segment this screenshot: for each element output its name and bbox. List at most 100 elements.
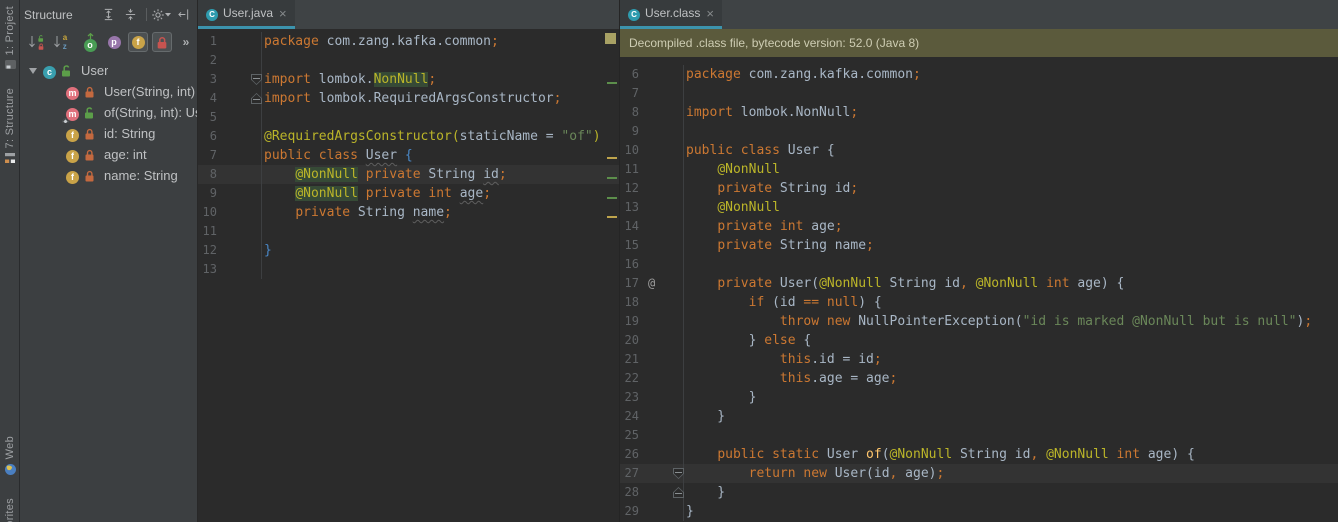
gutter[interactable]: 15: [620, 236, 684, 255]
error-stripe-mark[interactable]: [607, 216, 617, 218]
gutter[interactable]: 3: [198, 70, 262, 89]
gutter[interactable]: 26: [620, 445, 684, 464]
code-area[interactable]: 6 package com.zang.kafka.common; 7 8 import …: [620, 57, 1338, 522]
gutter[interactable]: 1: [198, 32, 262, 51]
gutter[interactable]: 2: [198, 51, 262, 70]
show-non-public-icon[interactable]: [152, 32, 172, 52]
settings-icon[interactable]: [152, 7, 171, 23]
gutter[interactable]: 12: [620, 179, 684, 198]
code-line[interactable]: 7: [620, 84, 1338, 103]
gutter[interactable]: 8: [198, 165, 262, 184]
gutter[interactable]: 11: [620, 160, 684, 179]
gutter[interactable]: 13: [198, 260, 262, 279]
tree-node[interactable]: m User(String, int): [20, 81, 197, 102]
gutter[interactable]: 9: [620, 122, 684, 141]
tree-node[interactable]: f name: String: [20, 165, 197, 186]
fold-up-icon[interactable]: [673, 487, 684, 498]
code-line[interactable]: 12}: [198, 241, 619, 260]
code-line[interactable]: 22 this.age = age;: [620, 369, 1338, 388]
code-line[interactable]: 8 @NonNull private String id;: [198, 165, 619, 184]
gutter[interactable]: 28: [620, 483, 684, 502]
code-line[interactable]: 24 }: [620, 407, 1338, 426]
hide-panel-icon[interactable]: [175, 7, 191, 23]
fold-up-icon[interactable]: [251, 93, 262, 104]
gutter[interactable]: 12: [198, 241, 262, 260]
code-line[interactable]: 26 public static User of(@NonNull String…: [620, 445, 1338, 464]
fold-down-icon[interactable]: [251, 74, 262, 85]
code-line[interactable]: 2: [198, 51, 619, 70]
code-line[interactable]: 28 }: [620, 483, 1338, 502]
code-line[interactable]: 13 @NonNull: [620, 198, 1338, 217]
code-line[interactable]: 16: [620, 255, 1338, 274]
gutter[interactable]: 21: [620, 350, 684, 369]
code-line[interactable]: 4 import lombok.RequiredArgsConstructor;: [198, 89, 619, 108]
tree-node[interactable]: f id: String: [20, 123, 197, 144]
close-icon[interactable]: ×: [705, 7, 715, 20]
expand-triangle-icon[interactable]: [29, 67, 37, 74]
gutter[interactable]: 6: [198, 127, 262, 146]
code-line[interactable]: 12 private String id;: [620, 179, 1338, 198]
code-line[interactable]: 7 public class User {: [198, 146, 619, 165]
code-line[interactable]: 8 import lombok.NonNull;: [620, 103, 1338, 122]
gutter[interactable]: 5: [198, 108, 262, 127]
gutter[interactable]: 14: [620, 217, 684, 236]
code-line[interactable]: 1 package com.zang.kafka.common;: [198, 32, 619, 51]
code-line[interactable]: 15 private String name;: [620, 236, 1338, 255]
gutter[interactable]: 8: [620, 103, 684, 122]
error-stripe-mark[interactable]: [607, 82, 617, 84]
gutter[interactable]: 29: [620, 502, 684, 521]
gutter[interactable]: 24: [620, 407, 684, 426]
code-line[interactable]: 6 package com.zang.kafka.common;: [620, 65, 1338, 84]
code-line[interactable]: 14 private int age;: [620, 217, 1338, 236]
show-properties-icon[interactable]: p: [104, 32, 124, 52]
code-area[interactable]: 1 package com.zang.kafka.common; 2 3 import …: [198, 29, 619, 522]
code-line[interactable]: 10 public class User {: [620, 141, 1338, 160]
inspections-status-square[interactable]: [605, 33, 616, 44]
gutter[interactable]: 7: [620, 84, 684, 103]
error-stripe-mark[interactable]: [607, 197, 617, 199]
code-line[interactable]: 9 @NonNull private int age;: [198, 184, 619, 203]
gutter[interactable]: 7: [198, 146, 262, 165]
code-line[interactable]: 13: [198, 260, 619, 279]
code-line[interactable]: 11 @NonNull: [620, 160, 1338, 179]
code-line[interactable]: 20 } else {: [620, 331, 1338, 350]
tree-node[interactable]: f age: int: [20, 144, 197, 165]
gutter[interactable]: 25: [620, 426, 684, 445]
tool-window-button-favorites[interactable]: 2: Favorites: [0, 498, 20, 522]
collapse-all-icon[interactable]: [122, 7, 138, 23]
tab-user-java[interactable]: C User.java ×: [198, 0, 295, 29]
more-icon[interactable]: »: [176, 32, 196, 52]
code-line[interactable]: 3 import lombok.NonNull;: [198, 70, 619, 89]
tree-node[interactable]: m of(String, int): User: [20, 102, 197, 123]
tree-node[interactable]: c User: [20, 60, 197, 81]
code-line[interactable]: 18 if (id == null) {: [620, 293, 1338, 312]
tool-window-button-structure[interactable]: 7: Structure: [0, 88, 20, 164]
gutter[interactable]: 19: [620, 312, 684, 331]
gutter[interactable]: 11: [198, 222, 262, 241]
code-line[interactable]: 11: [198, 222, 619, 241]
code-line[interactable]: 19 throw new NullPointerException("id is…: [620, 312, 1338, 331]
code-line[interactable]: 5: [198, 108, 619, 127]
gutter[interactable]: 4: [198, 89, 262, 108]
gutter[interactable]: 18: [620, 293, 684, 312]
gutter[interactable]: 10: [620, 141, 684, 160]
gutter[interactable]: 9: [198, 184, 262, 203]
gutter[interactable]: 6: [620, 65, 684, 84]
close-icon[interactable]: ×: [278, 7, 288, 20]
gutter[interactable]: 17 @: [620, 274, 684, 293]
code-line[interactable]: 23 }: [620, 388, 1338, 407]
show-inherited-icon[interactable]: o: [80, 32, 100, 52]
sort-by-visibility-icon[interactable]: [26, 32, 46, 52]
expand-all-icon[interactable]: [100, 7, 116, 23]
tab-user-class[interactable]: C User.class ×: [620, 0, 722, 29]
gutter[interactable]: 10: [198, 203, 262, 222]
gutter[interactable]: 23: [620, 388, 684, 407]
code-line[interactable]: 27 return new User(id, age);: [620, 464, 1338, 483]
gutter[interactable]: 16: [620, 255, 684, 274]
error-stripe-mark[interactable]: [607, 177, 617, 179]
code-line[interactable]: 17 @ private User(@NonNull String id, @No…: [620, 274, 1338, 293]
tool-window-button-web[interactable]: Web: [0, 436, 20, 476]
code-line[interactable]: 9: [620, 122, 1338, 141]
fold-down-icon[interactable]: [673, 468, 684, 479]
gutter[interactable]: 27: [620, 464, 684, 483]
